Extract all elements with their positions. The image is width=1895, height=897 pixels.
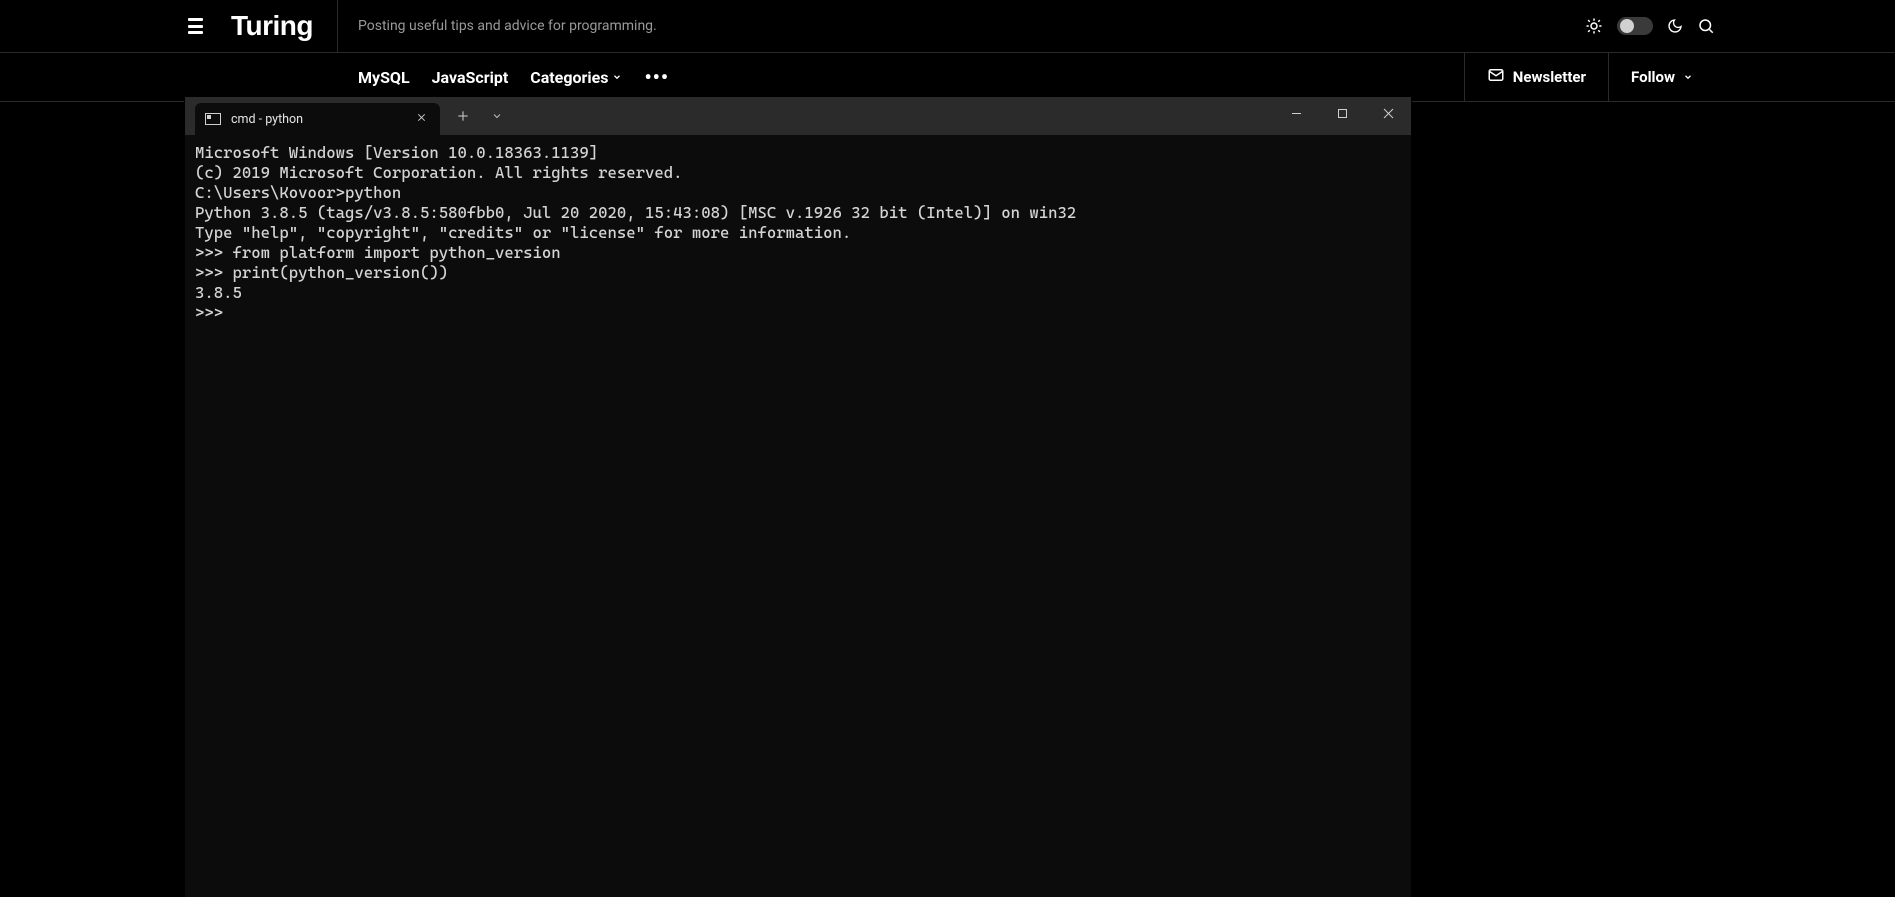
terminal-body[interactable]: Microsoft Windows [Version 10.0.18363.11… — [185, 135, 1411, 897]
nav-more-button[interactable]: ••• — [644, 65, 669, 89]
terminal-window: cmd - python Microsoft Windows — [185, 97, 1411, 897]
terminal-line: >>> print(python_version()) — [195, 263, 1401, 283]
sun-icon — [1585, 17, 1603, 35]
terminal-tab[interactable]: cmd - python — [195, 103, 440, 135]
theme-toggle[interactable] — [1617, 17, 1653, 35]
window-maximize-button[interactable] — [1319, 97, 1365, 129]
site-tagline: Posting useful tips and advice for progr… — [338, 18, 1585, 34]
mail-icon — [1487, 66, 1505, 88]
terminal-tab-actions — [440, 97, 520, 135]
search-button[interactable] — [1697, 17, 1715, 35]
terminal-line: 3.8.5 — [195, 283, 1401, 303]
topbar-right — [1585, 17, 1895, 35]
site-header: Turing Posting useful tips and advice fo… — [0, 0, 1895, 102]
terminal-line: Microsoft Windows [Version 10.0.18363.11… — [195, 143, 1401, 163]
window-controls — [1273, 97, 1411, 135]
chevron-down-icon — [612, 72, 622, 85]
search-icon — [1697, 17, 1715, 35]
terminal-tab-title: cmd - python — [231, 112, 402, 127]
site-logo[interactable]: Turing — [231, 10, 313, 42]
nav-left: MySQL JavaScript Categories ••• — [338, 53, 1464, 101]
window-close-button[interactable] — [1365, 97, 1411, 129]
nav-right: Newsletter Follow — [1464, 53, 1895, 101]
follow-label: Follow — [1631, 68, 1675, 86]
terminal-line: Python 3.8.5 (tags/v3.8.5:580fbb0, Jul 2… — [195, 203, 1401, 223]
nav-item-mysql[interactable]: MySQL — [358, 68, 410, 87]
terminal-line: (c) 2019 Microsoft Corporation. All righ… — [195, 163, 1401, 183]
terminal-titlebar[interactable]: cmd - python — [185, 97, 1411, 135]
cmd-icon — [205, 113, 221, 125]
nav-item-label: Categories — [530, 68, 608, 87]
menu-icon[interactable] — [188, 18, 203, 34]
tab-dropdown-button[interactable] — [482, 101, 512, 131]
chevron-down-icon — [1683, 72, 1693, 85]
terminal-line: Type "help", "copyright", "credits" or "… — [195, 223, 1401, 243]
tab-close-button[interactable] — [412, 111, 430, 127]
terminal-line: C:\Users\Kovoor>python — [195, 183, 1401, 203]
topbar-left: Turing — [188, 0, 338, 52]
nav-item-label: MySQL — [358, 68, 410, 87]
nav-item-javascript[interactable]: JavaScript — [432, 68, 509, 87]
nav-item-categories[interactable]: Categories — [530, 68, 622, 87]
terminal-line: >>> — [195, 303, 1401, 323]
newsletter-label: Newsletter — [1513, 68, 1586, 86]
topbar: Turing Posting useful tips and advice fo… — [0, 0, 1895, 52]
follow-button[interactable]: Follow — [1608, 53, 1715, 101]
terminal-line: >>> from platform import python_version — [195, 243, 1401, 263]
navbar: MySQL JavaScript Categories ••• Newslett… — [0, 52, 1895, 102]
window-minimize-button[interactable] — [1273, 97, 1319, 129]
nav-item-label: JavaScript — [432, 68, 509, 87]
moon-icon — [1667, 18, 1683, 34]
newsletter-button[interactable]: Newsletter — [1464, 53, 1608, 101]
new-tab-button[interactable] — [448, 101, 478, 131]
